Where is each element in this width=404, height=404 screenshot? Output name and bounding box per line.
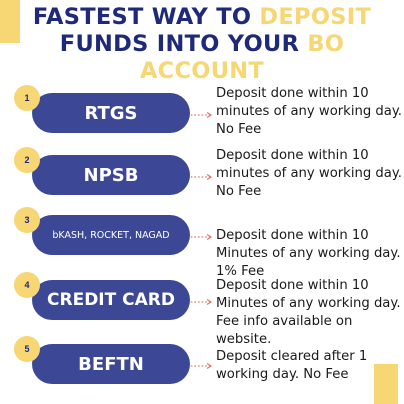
page-title: FASTEST WAY TO DEPOSIT FUNDS INTO YOUR B…: [0, 4, 404, 85]
step-beftn: 5 BEFTN Deposit cleared after 1 working …: [0, 336, 404, 396]
step-number-badge: 1: [14, 85, 40, 111]
step-credit-card: 4 CREDIT CARD Deposit done within 10 Min…: [0, 272, 404, 347]
method-pill: RTGS: [32, 93, 190, 133]
method-pill: bKASH, ROCKET, NAGAD: [32, 215, 190, 255]
title-part-2: DEPOSIT: [259, 4, 372, 30]
step-number-badge: 2: [14, 147, 40, 173]
step-rtgs: 1 RTGS Deposit done within 10 minutes of…: [0, 85, 404, 145]
step-number-badge: 4: [14, 272, 40, 298]
title-part-4: BO: [307, 31, 345, 57]
method-pill: BEFTN: [32, 344, 190, 384]
step-mobile-wallets: 3 bKASH, ROCKET, NAGAD Deposit done with…: [0, 207, 404, 279]
method-pill: NPSB: [32, 155, 190, 195]
title-part-5: ACCOUNT: [139, 58, 265, 84]
step-number-badge: 5: [14, 336, 40, 362]
method-description: Deposit cleared after 1 working day. No …: [216, 349, 368, 382]
method-description: Deposit done within 10 minutes of any wo…: [216, 86, 402, 137]
step-number-badge: 3: [14, 207, 40, 233]
method-description: Deposit done within 10 minutes of any wo…: [216, 148, 402, 199]
title-part-3: FUNDS INTO YOUR: [59, 31, 308, 57]
method-pill: CREDIT CARD: [32, 280, 190, 320]
title-part-1: FASTEST WAY TO: [32, 4, 260, 30]
step-npsb: 2 NPSB Deposit done within 10 minutes of…: [0, 147, 404, 207]
